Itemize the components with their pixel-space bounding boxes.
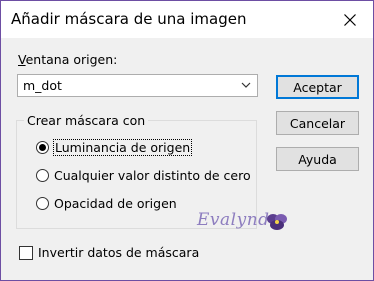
title-bar: Añadir máscara de una imagen: [1, 1, 373, 38]
radio-opacity[interactable]: Opacidad de origen: [36, 196, 177, 211]
invert-mask-option[interactable]: Invertir datos de máscara: [19, 245, 199, 260]
radio-label: Cualquier valor distinto de cero: [54, 168, 251, 183]
radio-any-nonzero[interactable]: Cualquier valor distinto de cero: [36, 168, 251, 183]
group-label: Crear máscara con: [24, 113, 149, 128]
close-button[interactable]: [327, 1, 373, 38]
radio-label: Opacidad de origen: [54, 196, 177, 211]
radio-button[interactable]: [36, 169, 49, 182]
close-icon: [344, 13, 356, 26]
radio-label: Luminancia de origen: [52, 139, 193, 156]
ok-button[interactable]: Aceptar: [276, 75, 359, 99]
radio-button[interactable]: [36, 197, 49, 210]
source-window-value: m_dot: [23, 78, 62, 93]
source-window-label-rest: entana origen:: [25, 52, 118, 67]
invert-checkbox[interactable]: [19, 245, 33, 260]
flower-icon: [267, 214, 287, 230]
chevron-down-icon: [241, 82, 251, 88]
cancel-button[interactable]: Cancelar: [276, 111, 359, 135]
radio-button[interactable]: [36, 141, 49, 154]
dialog-title: Añadir máscara de una imagen: [11, 10, 247, 28]
radio-luminance[interactable]: Luminancia de origen: [36, 139, 193, 156]
dialog-window: Añadir máscara de una imagen Ventana ori…: [0, 0, 374, 281]
help-button[interactable]: Ayuda: [276, 147, 359, 171]
source-window-select[interactable]: m_dot: [17, 74, 258, 97]
source-window-label: Ventana origen:: [18, 52, 118, 67]
invert-label: Invertir datos de máscara: [38, 245, 200, 260]
